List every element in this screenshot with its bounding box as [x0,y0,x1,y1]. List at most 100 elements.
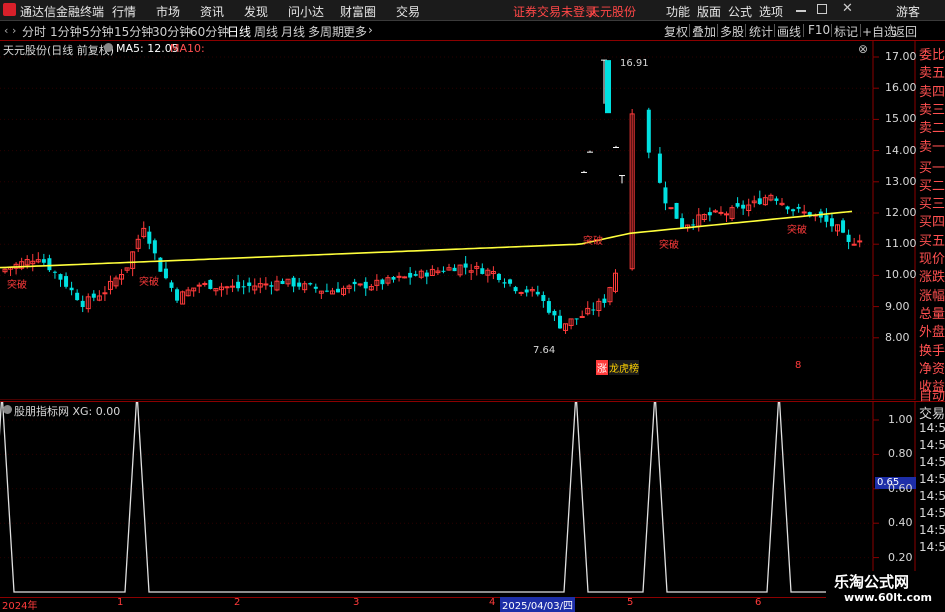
menu-quotes[interactable]: 行情 [112,3,136,20]
dragon-tiger-badge[interactable]: 龙虎榜 [609,360,639,375]
login-status[interactable]: 证券交易未登录 [513,3,597,20]
trade-time: 14:56 [919,523,945,537]
minimize-icon[interactable] [796,10,806,12]
tab-5min[interactable]: 5分钟 [82,23,114,40]
tab-60min[interactable]: 60分钟 [190,23,229,40]
close-icon[interactable]: ✕ [842,1,853,16]
adjust-button[interactable]: 复权 [664,23,688,40]
candle-body [707,212,712,216]
candle-body [297,282,302,287]
candle-body [291,277,296,287]
candle-body [269,285,274,287]
price-tick-label: 14.00 [885,143,917,157]
candle-body [574,318,579,320]
trade-time: 14:56 [919,506,945,520]
menu-bar: 通达信金融终端 行情 市场 资讯 发现 问小达 财富圈 交易 证券交易未登录 天… [0,0,945,21]
tab-weekly[interactable]: 周线 [254,23,278,40]
candle-body [263,283,269,286]
menu-function[interactable]: 功能 [666,3,690,20]
candle-body [241,286,246,288]
menu-news[interactable]: 资讯 [200,3,224,20]
multi-stock-button[interactable]: 多股 [720,23,744,40]
price-tick-label: 8.00 [885,330,910,344]
divider [890,24,891,37]
breakout-signal: 突破 [583,236,603,247]
menu-options[interactable]: 选项 [759,3,783,20]
watermark: 乐淘公式网 www.60lt.com [826,571,945,609]
breakout-signal: 突破 [659,240,679,251]
overlay-button[interactable]: 叠加 [692,23,716,40]
menu-trade[interactable]: 交易 [396,3,420,20]
candle-body [58,274,63,280]
candle-body [502,282,507,284]
close-chart-icon[interactable]: ⊗ [858,42,868,56]
indicator-panel[interactable]: 股朋指标网 XG: 0.00 0.65 1.00 0.80 0.60 0.40 0.20 [0,401,945,598]
candle-body [824,215,829,222]
maximize-icon[interactable] [817,4,827,14]
tab-monthly[interactable]: 月线 [281,23,305,40]
menu-ask[interactable]: 问小达 [288,3,324,20]
quote-field-label[interactable]: 自动 [919,385,945,404]
candle-body [801,211,807,214]
app-logo-icon [3,3,16,16]
back-button[interactable]: 返回 [893,23,917,40]
candle-body [80,300,85,308]
candle-body [541,295,546,302]
chart-title: 天元股份(日线 前复权) [3,44,115,57]
candle-body [64,276,69,287]
date-axis: 2024年 1 2 3 4 2025/04/03/四 5 6 [0,597,945,612]
menu-layout[interactable]: 版面 [697,3,721,20]
candle-body [851,243,857,246]
candle-body [313,286,318,289]
tab-multi-period[interactable]: 多周期 [308,23,344,40]
guest-label[interactable]: 游客 [896,3,920,20]
quote-field-label: 换手 [919,343,945,359]
indicator-settings-icon[interactable] [3,405,12,414]
candle-body [336,288,340,293]
period-toolbar: ‹ › 分时 1分钟 5分钟 15分钟 30分钟 60分钟 日线 周线 月线 多… [0,21,945,41]
menu-formula[interactable]: 公式 [728,3,752,20]
candlestick-chart[interactable]: 天元股份(日线 前复权) MA5: 12.05 MA10: ⊗ 16.91 7.… [0,40,945,400]
price-tick-label: 16.00 [885,81,917,95]
candle-body [579,316,585,319]
candle-body [363,281,368,289]
limit-up-badge[interactable]: 涨 [596,360,608,375]
candle-body [91,293,96,298]
quote-field-label: 买五 [919,233,945,249]
menu-discover[interactable]: 发现 [244,3,268,20]
tab-30min[interactable]: 30分钟 [152,23,191,40]
event-marker[interactable]: 8 [795,360,801,371]
tab-more[interactable]: 更多 [343,23,367,40]
more-chevron-icon[interactable]: › [368,23,373,37]
candle-body [591,309,596,311]
candle-body [280,280,285,284]
price-tick-label: 11.00 [885,237,917,251]
quote-field-label: 净资 [919,361,945,377]
watermark-url: www.60lt.com [844,591,933,604]
quote-field-label: 买二 [919,178,945,194]
candle-body [391,277,396,280]
tab-intraday[interactable]: 分时 [22,23,46,40]
trade-time: 14:56 [919,438,945,452]
chart-settings-icon[interactable] [104,43,113,52]
draw-line-button[interactable]: 画线 [777,23,801,40]
next-icon[interactable]: › [12,24,16,37]
candle-body [452,267,457,272]
indicator-tick-label: 0.60 [888,481,913,495]
candle-body [535,291,540,295]
prev-icon[interactable]: ‹ [4,24,8,37]
menu-wealth[interactable]: 财富圈 [340,3,376,20]
candle-body [518,291,524,294]
menu-market[interactable]: 市场 [156,3,180,20]
f10-button[interactable]: F10 [808,23,830,37]
candle-body [829,218,834,227]
indicator-title: 股朋指标网 XG: 0.00 [14,405,121,418]
mark-button[interactable]: 标记 [834,23,858,40]
indicator-tick-label: 0.40 [888,516,913,530]
stats-button[interactable]: 统计 [749,23,773,40]
quote-field-label[interactable]: 交易 [919,403,945,422]
tab-1min[interactable]: 1分钟 [50,23,82,40]
tab-daily[interactable]: 日线 [227,23,251,40]
candle-body [463,263,468,268]
tab-15min[interactable]: 15分钟 [114,23,153,40]
